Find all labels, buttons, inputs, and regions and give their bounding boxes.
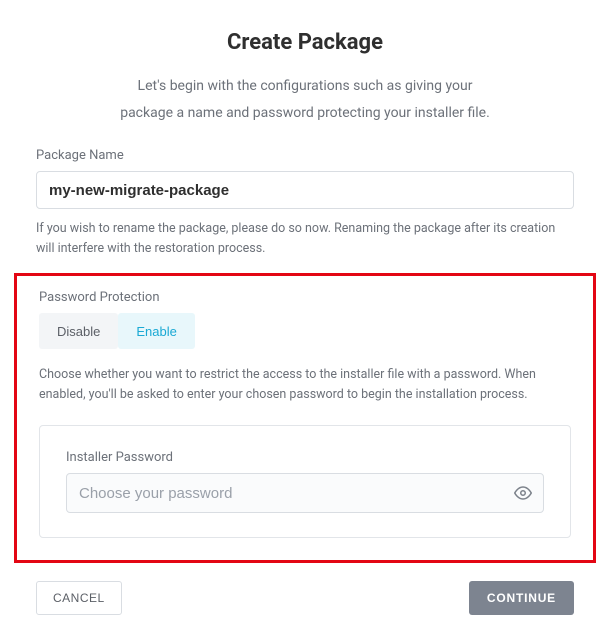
installer-password-card: Installer Password [39,425,571,538]
continue-button[interactable]: CONTINUE [469,581,574,615]
disable-button[interactable]: Disable [39,313,118,349]
footer-actions: CANCEL CONTINUE [36,581,574,615]
installer-password-input[interactable] [66,473,544,513]
intro-line-1: Let's begin with the configurations such… [36,73,574,100]
password-protection-label: Password Protection [39,290,571,305]
package-name-label: Package Name [36,148,574,163]
cancel-button[interactable]: CANCEL [36,581,122,615]
password-toggle-group: Disable Enable [39,313,571,349]
create-package-panel: Create Package Let's begin with the conf… [0,0,610,635]
password-protection-section: Password Protection Disable Enable Choos… [14,273,596,563]
password-protection-help: Choose whether you want to restrict the … [39,365,571,405]
package-name-input[interactable] [36,171,574,209]
installer-password-label: Installer Password [66,450,544,465]
enable-button[interactable]: Enable [118,313,194,349]
package-name-help: If you wish to rename the package, pleas… [36,219,574,259]
eye-icon[interactable] [512,482,534,504]
intro-line-2: package a name and password protecting y… [36,100,574,127]
page-title: Create Package [36,30,574,55]
intro-text: Let's begin with the configurations such… [36,73,574,126]
